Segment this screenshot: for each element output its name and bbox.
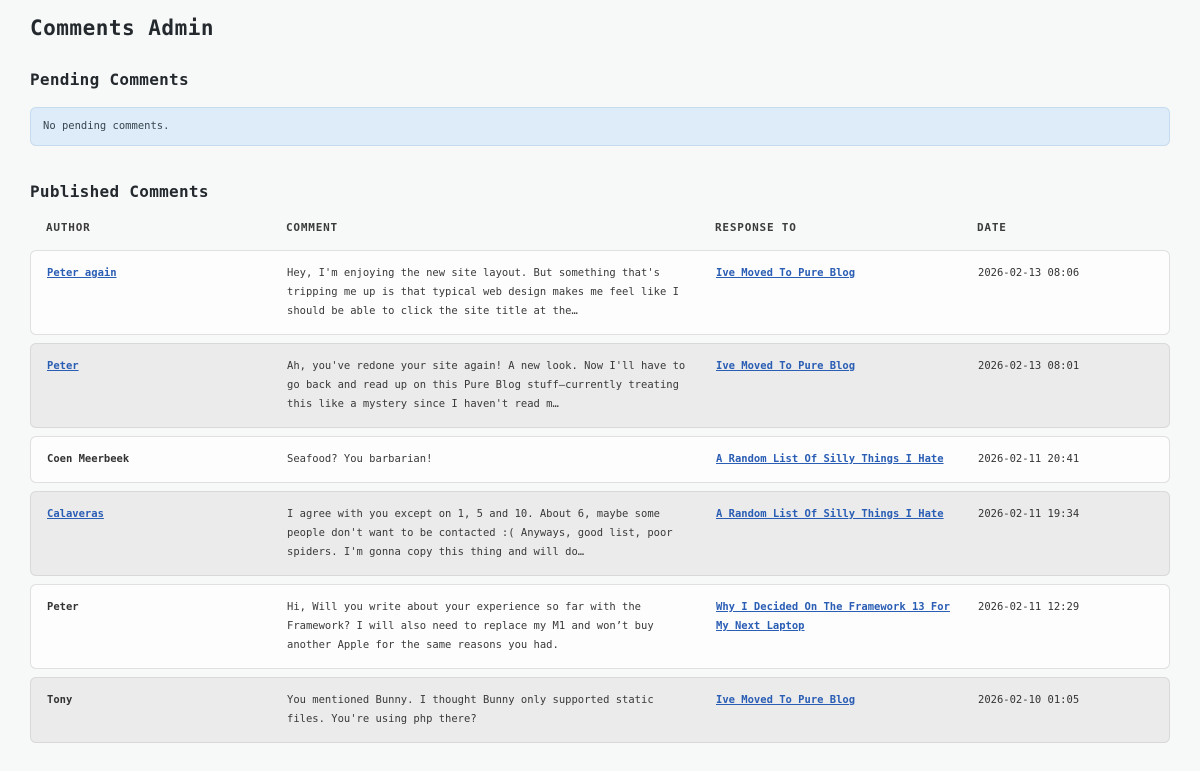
author-cell: Coen Meerbeek xyxy=(47,450,287,469)
response-to-cell: Why I Decided On The Framework 13 For My… xyxy=(716,598,978,655)
response-post-link[interactable]: Ive Moved To Pure Blog xyxy=(716,267,855,279)
date-cell: 2026-02-11 19:34 xyxy=(978,505,1153,562)
comment-cell: Ah, you've redone your site again! A new… xyxy=(287,357,716,414)
table-row: Coen Meerbeek Seafood? You barbarian! A … xyxy=(30,436,1170,483)
response-post-link[interactable]: A Random List Of Silly Things I Hate xyxy=(716,508,944,520)
column-header-response-to: RESPONSE TO xyxy=(715,221,977,234)
pending-comments-heading: Pending Comments xyxy=(30,70,1170,89)
author-cell: Peter again xyxy=(47,264,287,321)
response-to-cell: Ive Moved To Pure Blog xyxy=(716,264,978,321)
response-post-link[interactable]: Ive Moved To Pure Blog xyxy=(716,694,855,706)
date-cell: 2026-02-13 08:06 xyxy=(978,264,1153,321)
table-row: Peter Hi, Will you write about your expe… xyxy=(30,584,1170,669)
response-post-link[interactable]: Ive Moved To Pure Blog xyxy=(716,360,855,372)
author-name: Coen Meerbeek xyxy=(47,453,129,465)
author-cell: Tony xyxy=(47,691,287,729)
date-cell: 2026-02-13 08:01 xyxy=(978,357,1153,414)
response-to-cell: A Random List Of Silly Things I Hate xyxy=(716,505,978,562)
author-name: Tony xyxy=(47,694,72,706)
comment-cell: I agree with you except on 1, 5 and 10. … xyxy=(287,505,716,562)
no-pending-comments-alert: No pending comments. xyxy=(30,107,1170,146)
comment-cell: You mentioned Bunny. I thought Bunny onl… xyxy=(287,691,716,729)
table-row: Tony You mentioned Bunny. I thought Bunn… xyxy=(30,677,1170,743)
author-cell: Peter xyxy=(47,598,287,655)
author-name: Peter xyxy=(47,601,79,613)
column-header-author: AUTHOR xyxy=(46,221,286,234)
comment-cell: Seafood? You barbarian! xyxy=(287,450,716,469)
column-header-date: DATE xyxy=(977,221,1154,234)
author-link[interactable]: Peter again xyxy=(47,267,117,279)
response-post-link[interactable]: Why I Decided On The Framework 13 For My… xyxy=(716,601,950,632)
table-header-row: AUTHOR COMMENT RESPONSE TO DATE xyxy=(30,221,1170,250)
table-row: Calaveras I agree with you except on 1, … xyxy=(30,491,1170,576)
date-cell: 2026-02-11 12:29 xyxy=(978,598,1153,655)
author-cell: Peter xyxy=(47,357,287,414)
comment-cell: Hey, I'm enjoying the new site layout. B… xyxy=(287,264,716,321)
comments-admin-page: Comments Admin Pending Comments No pendi… xyxy=(0,0,1200,743)
table-row: Peter again Hey, I'm enjoying the new si… xyxy=(30,250,1170,335)
page-title: Comments Admin xyxy=(30,16,1170,40)
response-post-link[interactable]: A Random List Of Silly Things I Hate xyxy=(716,453,944,465)
date-cell: 2026-02-11 20:41 xyxy=(978,450,1153,469)
author-link[interactable]: Calaveras xyxy=(47,508,104,520)
published-comments-table: AUTHOR COMMENT RESPONSE TO DATE Peter ag… xyxy=(30,221,1170,743)
author-cell: Calaveras xyxy=(47,505,287,562)
comment-cell: Hi, Will you write about your experience… xyxy=(287,598,716,655)
column-header-comment: COMMENT xyxy=(286,221,715,234)
response-to-cell: A Random List Of Silly Things I Hate xyxy=(716,450,978,469)
author-link[interactable]: Peter xyxy=(47,360,79,372)
date-cell: 2026-02-10 01:05 xyxy=(978,691,1153,729)
response-to-cell: Ive Moved To Pure Blog xyxy=(716,357,978,414)
no-pending-comments-message: No pending comments. xyxy=(43,120,169,132)
table-row: Peter Ah, you've redone your site again!… xyxy=(30,343,1170,428)
response-to-cell: Ive Moved To Pure Blog xyxy=(716,691,978,729)
published-comments-heading: Published Comments xyxy=(30,182,1170,201)
